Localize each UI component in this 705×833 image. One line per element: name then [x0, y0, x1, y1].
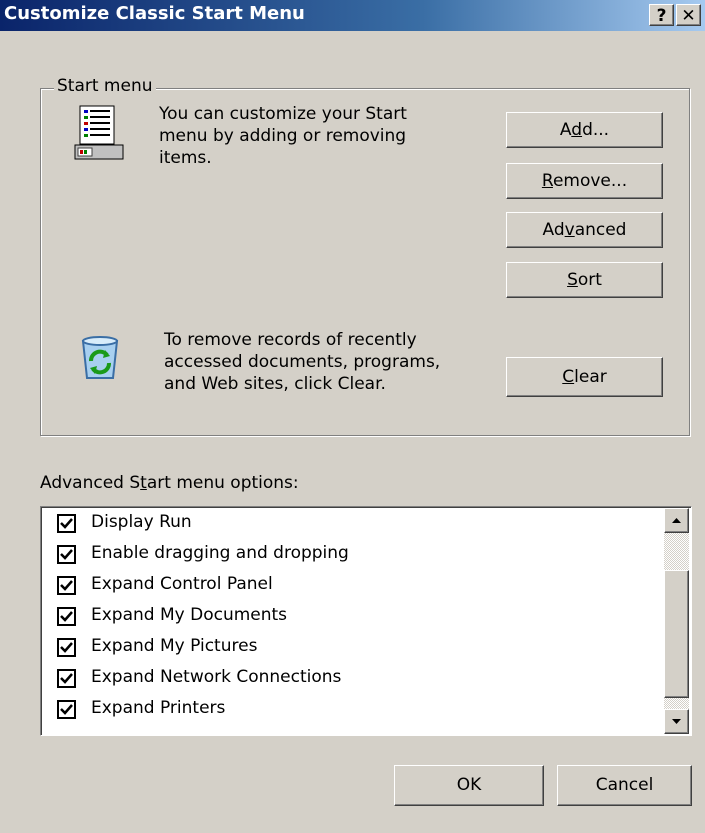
clear-label-post: lear — [574, 367, 607, 387]
checkmark-icon[interactable] — [57, 514, 76, 533]
advanced-options-label: Advanced Start menu options: — [40, 473, 299, 493]
remove-label-post: emove... — [552, 171, 628, 191]
scroll-up-button[interactable] — [664, 508, 689, 533]
sort-button[interactable]: Sort — [506, 262, 663, 298]
add-button[interactable]: Add... — [506, 112, 663, 148]
clear-button[interactable]: Clear — [506, 357, 663, 397]
option-label: Display Run — [91, 512, 192, 532]
checkmark-icon[interactable] — [57, 638, 76, 657]
title-bar: Customize Classic Start Menu ? ✕ — [0, 0, 705, 31]
customize-description: You can customize your Start menu by add… — [159, 103, 407, 169]
arrow-up-icon — [672, 518, 681, 523]
advanced-options-label-pre: Advanced S — [40, 473, 141, 493]
remove-label-accel: R — [541, 171, 553, 191]
start-menu-list-icon — [74, 105, 124, 161]
advanced-button[interactable]: Advanced — [506, 212, 663, 248]
option-label: Expand My Documents — [91, 605, 288, 625]
option-label: Expand My Pictures — [91, 636, 258, 656]
option-label: Expand Printers — [91, 698, 226, 718]
sort-label-accel: S — [567, 270, 578, 290]
customize-line: menu by adding or removing — [159, 126, 407, 146]
remove-button[interactable]: Remove... — [506, 163, 663, 199]
checkmark-icon[interactable] — [57, 669, 76, 688]
customize-line: items. — [159, 148, 212, 168]
checkmark-icon[interactable] — [57, 700, 76, 719]
checkmark-icon[interactable] — [57, 576, 76, 595]
arrow-down-icon — [672, 719, 681, 724]
start-menu-legend: Start menu — [54, 76, 156, 96]
cancel-button[interactable]: Cancel — [557, 765, 692, 806]
advanced-label-accel: v — [564, 220, 575, 240]
add-label-accel: d — [571, 120, 583, 140]
customize-line: You can customize your Start — [159, 104, 407, 124]
checkmark-icon[interactable] — [57, 545, 76, 564]
scroll-down-button[interactable] — [664, 709, 689, 734]
checkmark-icon[interactable] — [57, 607, 76, 626]
clear-description: To remove records of recently accessed d… — [164, 329, 440, 395]
scroll-thumb[interactable] — [664, 570, 689, 698]
recycle-bin-icon — [78, 333, 122, 381]
option-label: Expand Control Panel — [91, 574, 273, 594]
advanced-options-label-accel: t — [140, 473, 147, 493]
option-label: Expand Network Connections — [91, 667, 342, 687]
window-title: Customize Classic Start Menu — [4, 3, 305, 24]
add-label-pre: A — [559, 120, 572, 140]
advanced-label-post: anced — [574, 220, 627, 240]
advanced-options-list[interactable]: Display Run Enable dragging and dropping… — [40, 506, 692, 736]
advanced-options-label-post: art menu options: — [146, 473, 299, 493]
clear-line: accessed documents, programs, — [164, 352, 441, 372]
ok-button[interactable]: OK — [394, 765, 544, 806]
sort-label-post: ort — [577, 270, 602, 290]
clear-line: and Web sites, click Clear. — [164, 374, 386, 394]
help-button[interactable]: ? — [649, 4, 674, 26]
option-label: Enable dragging and dropping — [91, 543, 349, 563]
close-button[interactable]: ✕ — [676, 4, 701, 26]
clear-line: To remove records of recently — [164, 330, 417, 350]
add-label-post: d... — [582, 120, 610, 140]
options-scrollbar[interactable] — [664, 508, 689, 734]
advanced-label-pre: Ad — [542, 220, 565, 240]
clear-label-accel: C — [562, 367, 575, 387]
